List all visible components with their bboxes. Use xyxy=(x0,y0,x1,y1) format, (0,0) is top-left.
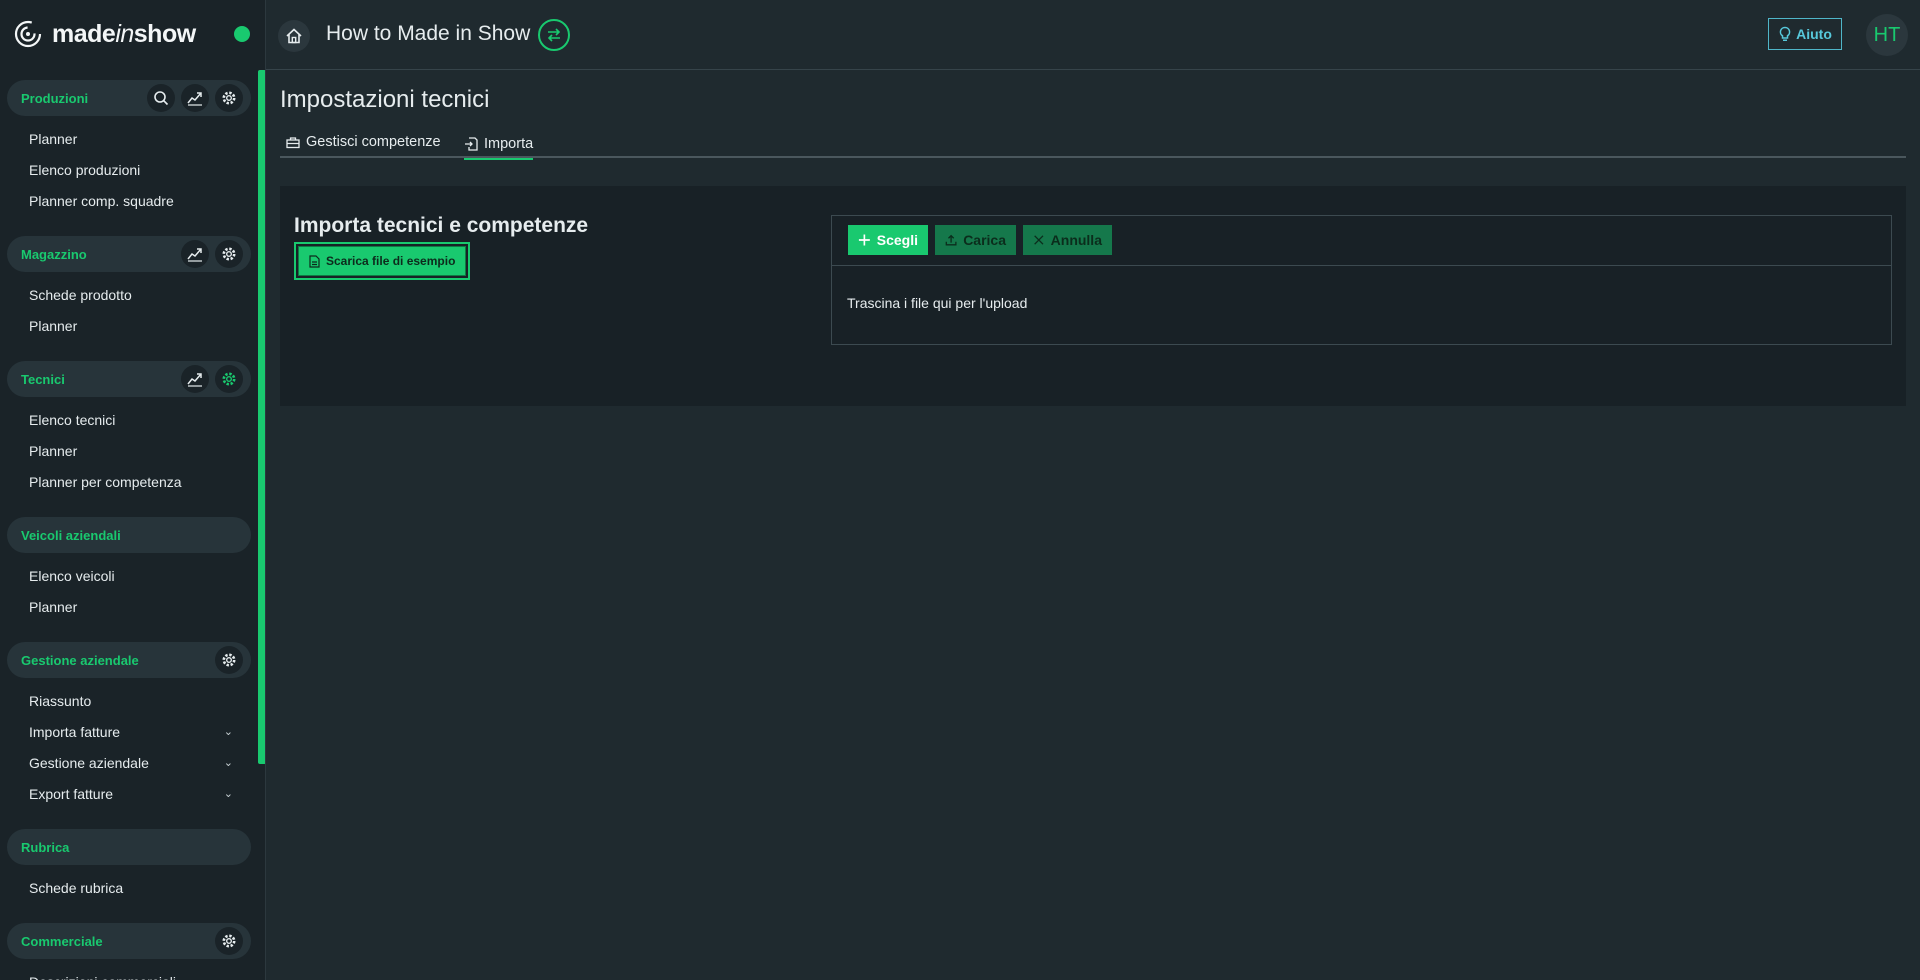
sidebar-item-elenco-produzioni[interactable]: Elenco produzioni xyxy=(29,159,235,181)
app-title: How to Made in Show xyxy=(326,22,531,45)
upload-label: Carica xyxy=(963,232,1006,248)
section-title: Tecnici xyxy=(21,371,65,387)
chart-icon[interactable] xyxy=(181,365,209,393)
chevron-down-icon[interactable]: ⌄ xyxy=(224,752,233,774)
tab-label: Importa xyxy=(484,136,534,152)
sidebar-section-produzioni[interactable]: Produzioni xyxy=(7,80,251,116)
sidebar: madeinshow Produzioni Planner Elenco pro… xyxy=(0,0,266,980)
sidebar-item-gestione-aziendale[interactable]: Gestione aziendale ⌄ xyxy=(29,752,235,774)
section-title: Commerciale xyxy=(21,933,103,949)
lightbulb-icon xyxy=(1779,26,1791,41)
gear-icon[interactable] xyxy=(215,927,243,955)
brand-logo[interactable]: madeinshow xyxy=(14,14,196,54)
tab-gestisci-competenze[interactable]: Gestisci competenze xyxy=(286,130,441,154)
top-bar: How to Made in Show Aiuto HT xyxy=(266,0,1920,70)
sidebar-item-planner-comp-squadre[interactable]: Planner comp. squadre xyxy=(29,190,235,212)
sidebar-section-rubrica[interactable]: Rubrica xyxy=(7,829,251,865)
sidebar-item-riassunto[interactable]: Riassunto xyxy=(29,690,235,712)
tab-bar: Gestisci competenze Importa xyxy=(280,126,1906,160)
chevron-down-icon[interactable]: ⌄ xyxy=(224,721,233,743)
cancel-button[interactable]: Annulla xyxy=(1023,225,1112,255)
toolbox-icon xyxy=(286,137,300,149)
tab-label: Gestisci competenze xyxy=(306,134,441,150)
import-panel: Importa tecnici e competenze Scarica fil… xyxy=(280,186,1906,406)
sidebar-item-elenco-veicoli[interactable]: Elenco veicoli xyxy=(29,565,235,587)
gear-icon[interactable] xyxy=(215,365,243,393)
home-icon[interactable] xyxy=(278,20,310,52)
section-title: Gestione aziendale xyxy=(21,652,139,668)
section-title: Produzioni xyxy=(21,90,89,106)
help-button[interactable]: Aiuto xyxy=(1768,18,1842,50)
sidebar-item-schede-rubrica[interactable]: Schede rubrica xyxy=(29,877,235,899)
gear-icon[interactable] xyxy=(215,240,243,268)
cancel-label: Annulla xyxy=(1050,232,1102,248)
gear-icon[interactable] xyxy=(215,84,243,112)
sidebar-item-planner-per-competenza[interactable]: Planner per competenza xyxy=(29,471,235,493)
sidebar-item-descrizioni-commerciali[interactable]: Descrizioni commerciali xyxy=(29,971,235,980)
gear-icon[interactable] xyxy=(215,646,243,674)
sidebar-item-planner[interactable]: Planner xyxy=(29,596,235,618)
file-upload: Scegli Carica Annulla Trascina i file qu… xyxy=(831,215,1892,345)
sidebar-item-schede-prodotto[interactable]: Schede prodotto xyxy=(29,284,235,306)
chevron-down-icon[interactable]: ⌄ xyxy=(224,783,233,805)
sidebar-scrollbar[interactable] xyxy=(258,70,265,764)
chart-icon[interactable] xyxy=(181,84,209,112)
sidebar-item-planner[interactable]: Planner xyxy=(29,440,235,462)
download-sample-label: Scarica file di esempio xyxy=(326,254,456,268)
section-title: Veicoli aziendali xyxy=(21,527,121,543)
download-sample-button[interactable]: Scarica file di esempio xyxy=(293,242,471,280)
madeinshow-logo-icon xyxy=(14,20,42,48)
sidebar-item-elenco-tecnici[interactable]: Elenco tecnici xyxy=(29,409,235,431)
file-icon xyxy=(309,254,320,268)
online-status-indicator xyxy=(234,26,250,42)
sidebar-section-commerciale[interactable]: Commerciale xyxy=(7,923,251,959)
sidebar-item-export-fatture[interactable]: Export fatture ⌄ xyxy=(29,783,235,805)
help-label: Aiuto xyxy=(1796,26,1832,42)
choose-label: Scegli xyxy=(876,232,918,248)
panel-title: Importa tecnici e competenze xyxy=(294,214,589,237)
switch-workspace-icon[interactable] xyxy=(538,19,570,51)
upload-toolbar: Scegli Carica Annulla xyxy=(832,216,1891,266)
avatar[interactable]: HT xyxy=(1866,14,1908,56)
sidebar-section-gestione-aziendale[interactable]: Gestione aziendale xyxy=(7,642,251,678)
tab-importa[interactable]: Importa xyxy=(464,130,534,160)
upload-button[interactable]: Carica xyxy=(935,225,1016,255)
drop-zone-text[interactable]: Trascina i file qui per l'upload xyxy=(847,295,1027,311)
plus-icon xyxy=(858,234,870,246)
page-title: Impostazioni tecnici xyxy=(280,86,490,113)
sidebar-item-planner[interactable]: Planner xyxy=(29,128,235,150)
upload-icon xyxy=(945,234,957,246)
section-title: Magazzino xyxy=(21,246,87,262)
chart-icon[interactable] xyxy=(181,240,209,268)
brand-name: madeinshow xyxy=(52,19,196,48)
sidebar-section-veicoli-aziendali[interactable]: Veicoli aziendali xyxy=(7,517,251,553)
search-icon[interactable] xyxy=(147,84,175,112)
sidebar-item-planner[interactable]: Planner xyxy=(29,315,235,337)
close-icon xyxy=(1034,235,1044,245)
sidebar-section-magazzino[interactable]: Magazzino xyxy=(7,236,251,272)
sidebar-section-tecnici[interactable]: Tecnici xyxy=(7,361,251,397)
section-title: Rubrica xyxy=(21,839,70,855)
choose-file-button[interactable]: Scegli xyxy=(848,225,928,255)
sidebar-item-importa-fatture[interactable]: Importa fatture ⌄ xyxy=(29,721,235,743)
file-import-icon xyxy=(465,137,478,151)
